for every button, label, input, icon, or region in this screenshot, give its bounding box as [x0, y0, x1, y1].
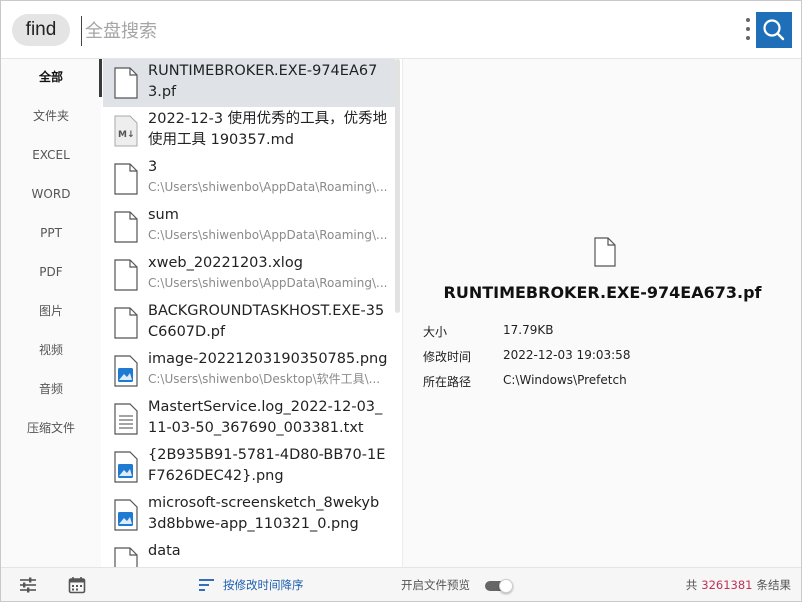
preview-size-label: 大小	[423, 325, 448, 339]
more-options-icon[interactable]	[743, 18, 753, 44]
result-name: xweb_20221203.xlog	[148, 255, 303, 271]
result-row[interactable]: BACKGROUNDTASKHOST.EXE-35C6607D.pf	[103, 299, 395, 347]
result-row[interactable]: sum C:\Users\shiwenbo\AppData\Roaming\..…	[103, 203, 395, 251]
category-archive[interactable]: 压缩文件	[1, 416, 101, 440]
find-label: find	[12, 14, 70, 46]
image-file-icon	[114, 499, 138, 531]
category-excel[interactable]: EXCEL	[1, 143, 101, 167]
result-name: {2B935B91-5781-4D80-BB70-1EF7626DEC42}.p…	[148, 447, 386, 484]
preview-toggle[interactable]	[485, 579, 515, 593]
result-row[interactable]: image-20221203190350785.png C:\Users\shi…	[103, 347, 395, 395]
result-name: image-20221203190350785.png	[148, 351, 388, 367]
preview-path-row: 所在路径 C:\Windows\Prefetch	[423, 373, 793, 393]
category-audio[interactable]: 音频	[1, 377, 101, 401]
result-row[interactable]: M↓ 2022-12-3 使用优秀的工具，优秀地使用工具 190357.md	[103, 107, 395, 155]
search-bar: find	[1, 1, 801, 59]
result-name: sum	[148, 207, 179, 223]
search-button[interactable]	[756, 12, 792, 48]
result-name: microsoft-screensketch_8wekyb3d8bbwe-app…	[148, 495, 380, 532]
file-icon	[594, 237, 616, 267]
result-row[interactable]: MastertService.log_2022-12-03_11-03-50_3…	[103, 395, 395, 443]
result-row[interactable]: microsoft-screensketch_8wekyb3d8bbwe-app…	[103, 491, 395, 539]
search-icon	[763, 19, 785, 41]
result-row[interactable]: 3 C:\Users\shiwenbo\AppData\Roaming\...	[103, 155, 395, 203]
category-folder[interactable]: 文件夹	[1, 104, 101, 128]
category-ppt[interactable]: PPT	[1, 221, 101, 245]
category-video[interactable]: 视频	[1, 338, 101, 362]
result-path: C:\Users\shiwenbo\AppData\Roaming\...	[148, 276, 388, 290]
svg-text:M↓: M↓	[118, 130, 135, 140]
result-count: 共 3261381 条结果	[686, 577, 791, 593]
result-path: C:\Users\shiwenbo\AppData\Roaming\...	[148, 228, 388, 242]
app-window: find 全部 文件夹 EXCEL WORD PPT PDF 图片 视频 音频 …	[0, 0, 802, 602]
result-name: RUNTIMEBROKER.EXE-974EA673.pf	[148, 63, 378, 100]
result-name: BACKGROUNDTASKHOST.EXE-35C6607D.pf	[148, 303, 385, 340]
file-icon	[114, 67, 138, 99]
preview-toggle-label: 开启文件预览	[401, 578, 470, 592]
result-list-scrollbar[interactable]	[395, 59, 400, 313]
text-file-icon	[114, 403, 138, 435]
file-icon	[114, 211, 138, 243]
preview-modified-label: 修改时间	[423, 350, 472, 364]
image-file-icon	[114, 451, 138, 483]
sort-icon	[199, 579, 214, 591]
result-count-suffix: 条结果	[756, 578, 792, 592]
result-row[interactable]: xweb_20221203.xlog C:\Users\shiwenbo\App…	[103, 251, 395, 299]
result-count-value: 3261381	[701, 578, 753, 592]
search-input[interactable]	[81, 16, 731, 46]
markdown-file-icon: M↓	[114, 115, 138, 147]
filter-settings-icon[interactable]	[19, 576, 37, 594]
result-row[interactable]: {2B935B91-5781-4D80-BB70-1EF7626DEC42}.p…	[103, 443, 395, 491]
file-icon	[114, 259, 138, 291]
preview-path-value[interactable]: C:\Windows\Prefetch	[503, 373, 627, 387]
result-count-prefix: 共	[685, 578, 698, 592]
file-icon	[114, 163, 138, 195]
image-file-icon	[114, 355, 138, 387]
result-name: 2022-12-3 使用优秀的工具，优秀地使用工具 190357.md	[148, 111, 388, 148]
result-name: MastertService.log_2022-12-03_11-03-50_3…	[148, 399, 383, 436]
status-bar: 按修改时间降序 开启文件预览 共 3261381 条结果	[1, 567, 801, 601]
category-pdf[interactable]: PDF	[1, 260, 101, 284]
preview-size-row: 大小 17.79KB	[423, 323, 793, 343]
result-list[interactable]: RUNTIMEBROKER.EXE-974EA673.pf M↓ 2022-12…	[103, 59, 401, 567]
sort-label: 按修改时间降序	[223, 578, 304, 592]
preview-modified-row: 修改时间 2022-12-03 19:03:58	[423, 348, 793, 368]
preview-file-name: RUNTIMEBROKER.EXE-974EA673.pf	[443, 283, 762, 302]
preview-modified-value: 2022-12-03 19:03:58	[503, 348, 631, 362]
toggle-knob	[499, 579, 513, 593]
result-row[interactable]: data	[103, 539, 395, 567]
file-icon	[114, 307, 138, 339]
category-image[interactable]: 图片	[1, 299, 101, 323]
preview-size-value: 17.79KB	[503, 323, 554, 337]
result-path: C:\Users\shiwenbo\AppData\Roaming\...	[148, 180, 388, 194]
result-row[interactable]: RUNTIMEBROKER.EXE-974EA673.pf	[103, 59, 395, 107]
category-all[interactable]: 全部	[1, 65, 101, 89]
result-name: 3	[148, 159, 158, 175]
calendar-icon[interactable]	[68, 576, 86, 594]
file-preview-panel: RUNTIMEBROKER.EXE-974EA673.pf 大小 17.79KB…	[402, 59, 801, 567]
result-name: data	[148, 543, 181, 559]
result-path: C:\Users\shiwenbo\Desktop\软件工具\...	[148, 372, 381, 386]
category-sidebar: 全部 文件夹 EXCEL WORD PPT PDF 图片 视频 音频 压缩文件	[1, 59, 102, 567]
category-word[interactable]: WORD	[1, 182, 101, 206]
preview-path-label: 所在路径	[423, 375, 472, 389]
file-icon	[114, 547, 138, 567]
